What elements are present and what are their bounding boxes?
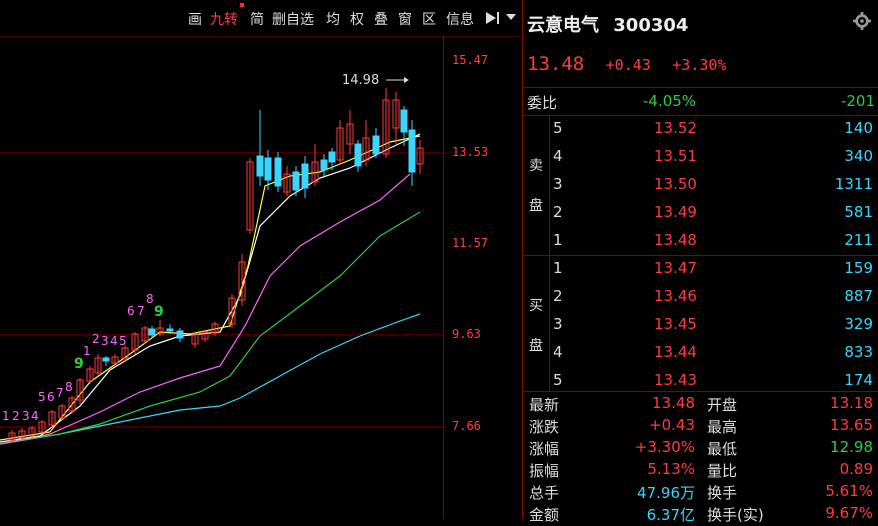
buy-row[interactable]: 4 13.44 833	[549, 339, 877, 367]
buy-side-label: 买 盘	[523, 255, 550, 391]
quote-panel: 云意电气 300304 13.48 +0.43 +3.30% 委比 -4.05%…	[522, 0, 878, 524]
candlestick-chart[interactable]: 14.98 1 2 3 4 5 6 7 8 9 1 2 3 4 5 6 7 8 …	[0, 36, 443, 519]
gear-icon[interactable]	[853, 12, 871, 30]
nine-turn-label: 1	[2, 409, 10, 423]
buy-row[interactable]: 3 13.45 329	[549, 311, 877, 339]
stat-row: 最低 12.98	[707, 438, 873, 458]
stock-title: 云意电气 300304	[527, 11, 688, 37]
window-button[interactable]: 窗	[398, 9, 412, 29]
nine-turn-label: 5	[119, 334, 127, 348]
stat-row: 最高 13.65	[707, 416, 873, 436]
stat-row: 开盘 13.18	[707, 394, 873, 414]
stat-row: 换手(实) 9.67%	[707, 504, 873, 524]
stat-row: 最新 13.48	[529, 394, 695, 414]
stock-code: 300304	[613, 15, 689, 36]
stock-name: 云意电气	[527, 15, 599, 36]
draw-button[interactable]: 画	[188, 9, 202, 29]
sell-row[interactable]: 3 13.50 1311	[549, 171, 877, 199]
active-flag-icon	[240, 3, 244, 7]
rights-button[interactable]: 权	[350, 9, 364, 29]
dropdown-arrow-icon[interactable]	[506, 14, 516, 22]
ma-line-green	[0, 211, 421, 445]
weibi-diff: -201	[840, 92, 875, 110]
nine-turn-button[interactable]: 九转	[210, 9, 238, 29]
stat-row: 涨跌 +0.43	[529, 416, 695, 436]
info-button[interactable]: 信息	[446, 9, 474, 29]
sell-row[interactable]: 5 13.52 140	[549, 115, 877, 143]
stat-row: 涨幅 +3.30%	[529, 438, 695, 458]
price-tick: 13.53	[452, 145, 489, 159]
kline-svg	[0, 77, 424, 445]
nine-turn-label: 3	[22, 409, 30, 423]
nine-turn-label: 5	[38, 390, 46, 404]
nine-turn-label: 3	[101, 334, 109, 348]
price-change-pct: +3.30%	[672, 56, 727, 74]
sell-side-label: 卖 盘	[523, 115, 550, 255]
stats-grid: 最新 13.48 开盘 13.18 涨跌 +0.43 最高 13.65 涨幅 +3.30%…	[529, 394, 875, 524]
nine-turn-label: 4	[31, 409, 39, 423]
nine-turn-label: 6	[47, 390, 55, 404]
overlay-button[interactable]: 叠	[374, 9, 388, 29]
nine-turn-label: 9	[154, 304, 164, 320]
simple-button[interactable]: 简	[250, 9, 264, 29]
weibi-pct: -4.05%	[643, 92, 697, 110]
nine-turn-label: 9	[74, 356, 84, 372]
price-axis: 15.47 13.53 11.57 9.63 7.66	[443, 36, 522, 519]
nine-turn-label: 2	[92, 332, 100, 346]
price-tick: 9.63	[452, 327, 481, 341]
nine-turn-label: 7	[137, 304, 145, 318]
nine-turn-label: 4	[110, 334, 118, 348]
nine-turn-label: 7	[56, 386, 64, 400]
nine-turn-label: 8	[146, 292, 154, 306]
sell-row[interactable]: 2 13.49 581	[549, 199, 877, 227]
nine-turn-label: 1	[83, 344, 91, 358]
price-row: 13.48 +0.43 +3.30%	[527, 53, 736, 75]
stat-row: 金额 6.37亿	[529, 506, 695, 524]
play-next-icon[interactable]	[484, 11, 502, 25]
weibi-label: 委比	[527, 94, 558, 112]
price-change: +0.43	[605, 56, 651, 74]
stat-row: 换手 5.61%	[707, 482, 873, 502]
divider	[523, 391, 878, 392]
price-tick: 7.66	[452, 419, 481, 433]
price-tick: 11.57	[452, 236, 489, 250]
buy-row[interactable]: 2 13.46 887	[549, 283, 877, 311]
nine-turn-label: 6	[127, 304, 135, 318]
remove-watchlist-button[interactable]: 删自选	[272, 9, 314, 29]
buy-row[interactable]: 1 13.47 159	[549, 255, 877, 283]
sell-row[interactable]: 4 13.51 340	[549, 143, 877, 171]
nine-turn-label: 8	[65, 380, 73, 394]
average-button[interactable]: 均	[326, 9, 340, 29]
nine-turn-label: 2	[12, 409, 20, 423]
last-price: 13.48	[527, 53, 585, 75]
range-button[interactable]: 区	[422, 9, 436, 29]
stat-row: 总手 47.96万	[529, 484, 695, 502]
high-price-label: 14.98	[342, 73, 380, 88]
chart-toolbar: 画 九转 简 删自选 均 权 叠 窗 区 信息	[0, 0, 522, 37]
ma-line-magenta	[0, 173, 411, 445]
sell-row[interactable]: 1 13.48 211	[549, 227, 877, 255]
divider	[523, 87, 878, 88]
price-tick: 15.47	[452, 53, 489, 67]
stat-row: 量比 0.89	[707, 460, 873, 480]
stat-row: 振幅 5.13%	[529, 460, 695, 480]
